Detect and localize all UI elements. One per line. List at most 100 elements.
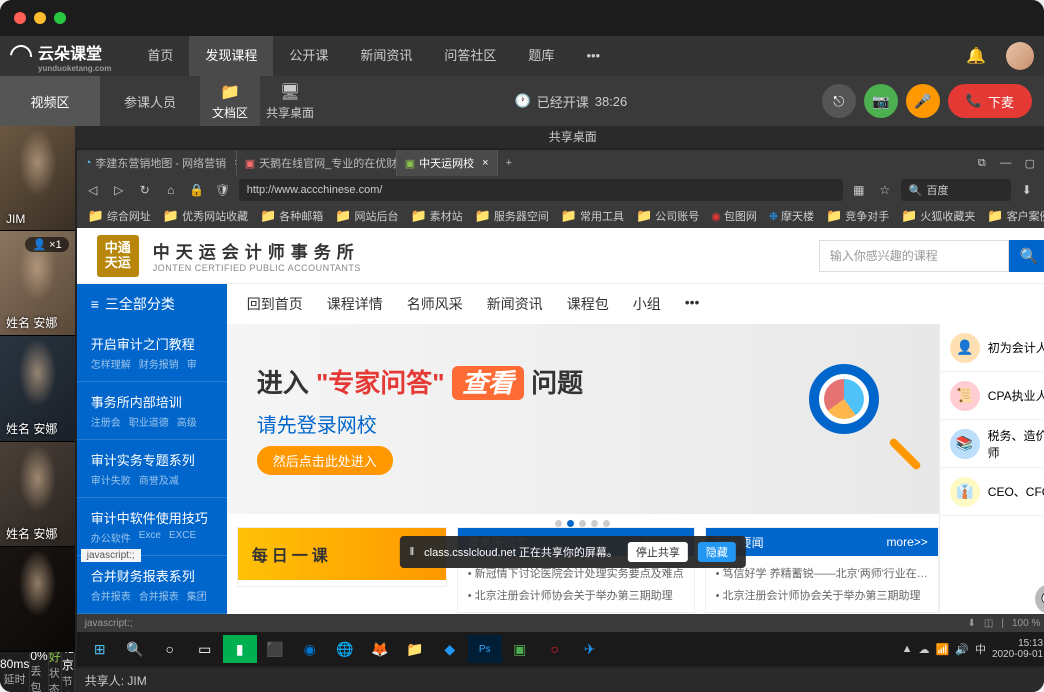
bookmark-item[interactable]: 📁竞争对手	[821, 208, 894, 224]
star-icon[interactable]: ☆	[875, 183, 895, 197]
search-engine-box[interactable]: 🔍百度	[901, 179, 1011, 201]
sidebar-item[interactable]: 开启审计之门教程怎样理解财务报销审	[77, 324, 227, 382]
bookmark-item[interactable]: 📁优秀网站收藏	[158, 208, 253, 224]
exit-button[interactable]: ⎋	[822, 84, 856, 118]
tray-up-icon[interactable]: ▲	[902, 643, 913, 655]
docs-button[interactable]: 📁 文档区	[200, 76, 260, 126]
video-tile[interactable]: JIM	[0, 126, 75, 231]
forward-icon[interactable]: ▷	[109, 183, 129, 197]
site-search-button[interactable]: 🔍	[1009, 240, 1044, 272]
zoom-level[interactable]: 100 %	[1012, 618, 1040, 629]
bookmark-item[interactable]: 📁客户案例	[982, 208, 1044, 224]
camera-button[interactable]: 📷	[864, 84, 898, 118]
browser-tab[interactable]: ▣中天运网校×	[397, 150, 498, 176]
chat-icon[interactable]: 💬	[1035, 584, 1044, 614]
video-tile[interactable]	[0, 547, 75, 652]
category-header[interactable]: ≡ 三全部分类	[77, 284, 227, 324]
bookmark-item[interactable]: 📁各种邮箱	[255, 208, 328, 224]
volume-icon[interactable]: 🔊	[955, 643, 969, 656]
app-icon[interactable]: ▣	[503, 635, 537, 663]
minimize-dot[interactable]	[34, 12, 46, 24]
tab-video[interactable]: 视频区	[0, 76, 100, 126]
wifi-icon[interactable]: 📶	[936, 643, 950, 656]
news-item[interactable]: • 北京注册会计师协会关于举办第三期助理	[716, 584, 928, 606]
nav-public[interactable]: 公开课	[273, 36, 344, 76]
site-nav-more[interactable]: •••	[685, 294, 700, 314]
rail-item[interactable]: 📜CPA执业人	[940, 372, 1044, 420]
more-link[interactable]: more>>	[886, 535, 927, 549]
app-icon[interactable]: ⬛	[258, 635, 292, 663]
close-dot[interactable]	[14, 12, 26, 24]
nav-discover[interactable]: 发现课程	[189, 36, 273, 76]
grid-icon[interactable]: ▦	[849, 183, 869, 197]
nav-qa[interactable]: 问答社区	[428, 36, 512, 76]
hide-button[interactable]: 隐藏	[698, 542, 736, 562]
video-tile[interactable]: 姓名 安娜	[0, 336, 75, 441]
reload-icon[interactable]: ↻	[135, 183, 155, 197]
site-nav-item[interactable]: 名师风采	[407, 294, 463, 314]
home-icon[interactable]: ⌂	[161, 183, 181, 197]
app-icon[interactable]: ✈	[573, 635, 607, 663]
sidebar-item[interactable]: 合并财务报表系列合并报表合并报表集团	[77, 556, 227, 614]
window-minimize-icon[interactable]: —	[995, 154, 1017, 172]
bookmark-item[interactable]: 📁网站后台	[330, 208, 403, 224]
hangup-button[interactable]: 📞 下麦	[948, 84, 1032, 118]
download-icon[interactable]: ⬇	[1017, 183, 1037, 197]
bookmark-item[interactable]: 📁服务器空间	[470, 208, 554, 224]
folder-icon[interactable]: 📁	[398, 635, 432, 663]
site-logo[interactable]: 中通天运	[97, 235, 139, 277]
bookmark-item[interactable]: ❉摩天楼	[764, 208, 819, 224]
sidebar-item[interactable]: 审计中软件使用技巧办公软件ExceEXCE	[77, 498, 227, 556]
window-restore-icon[interactable]: ⧉	[971, 154, 993, 172]
site-nav-item[interactable]: 课程包	[567, 294, 609, 314]
sidebar-item[interactable]: 事务所内部培训注册会职业道德高级	[77, 382, 227, 440]
brand[interactable]: 云朵课堂 yunduoketang.com	[10, 40, 111, 73]
tab-attendees[interactable]: 参课人员	[100, 76, 200, 126]
site-nav-item[interactable]: 小组	[633, 294, 661, 314]
video-tile[interactable]: 姓名 安娜	[0, 442, 75, 547]
app-icon[interactable]: ▮	[223, 635, 257, 663]
chrome-icon[interactable]: 🌐	[328, 635, 362, 663]
mic-button[interactable]: 🎤	[906, 84, 940, 118]
user-avatar[interactable]	[1006, 42, 1034, 70]
rail-item[interactable]: 📚税务、造价师	[940, 420, 1044, 468]
browser-tab[interactable]: ◔李建东营销地图 - 网络营销×	[77, 150, 237, 176]
opera-icon[interactable]: ○	[538, 635, 572, 663]
edge-icon[interactable]: ◉	[293, 635, 327, 663]
site-nav-item[interactable]: 新闻资讯	[487, 294, 543, 314]
bookmark-item[interactable]: 📁公司账号	[631, 208, 704, 224]
site-nav-item[interactable]: 课程详情	[327, 294, 383, 314]
system-tray[interactable]: ▲ ☁ 📶 🔊 中 15:13 2020-09-01 💬	[902, 638, 1044, 660]
banner-cta[interactable]: 然后点击此处进入	[257, 446, 393, 475]
shield-icon[interactable]: 🛡	[213, 183, 233, 197]
share-desktop-button[interactable]: 🖥 共享桌面	[260, 76, 320, 126]
clock[interactable]: 15:13 2020-09-01	[992, 638, 1043, 660]
download-tray-icon[interactable]: ⬇	[968, 618, 976, 629]
hero-banner[interactable]: 进入 "专家问答" 查看 问题 请先登录网校 然后点击此处进入	[227, 324, 939, 514]
bookmark-item[interactable]: ◉包图网	[706, 208, 762, 224]
rail-item[interactable]: 👤初为会计人	[940, 324, 1044, 372]
bookmark-item[interactable]: 📁素材站	[405, 208, 467, 224]
news-item[interactable]: • 笃信好学 养精蓄锐——北京'两师'行业在…	[716, 562, 928, 584]
bell-icon[interactable]: 🔔	[966, 46, 986, 66]
sidebar-item[interactable]: 审计实务专题系列审计失败商誉及减	[77, 440, 227, 498]
split-icon[interactable]: ◫	[984, 618, 993, 629]
nav-news[interactable]: 新闻资讯	[344, 36, 428, 76]
site-nav-item[interactable]: 回到首页	[247, 294, 303, 314]
video-tile[interactable]: 👤×1 姓名 安娜	[0, 231, 75, 336]
maximize-dot[interactable]	[54, 12, 66, 24]
app-icon[interactable]: ◆	[433, 635, 467, 663]
cortana-icon[interactable]: ○	[153, 635, 187, 663]
nav-more[interactable]: •••	[570, 36, 616, 76]
news-item[interactable]: • 北京注册会计师协会关于举办第三期助理	[468, 584, 684, 606]
back-icon[interactable]: ◁	[83, 183, 103, 197]
browser-tab[interactable]: ▣天鹅在线官网_专业的在优财×	[237, 150, 397, 176]
nav-home[interactable]: 首页	[131, 36, 189, 76]
nav-bank[interactable]: 题库	[512, 36, 570, 76]
photoshop-icon[interactable]: Ps	[468, 635, 502, 663]
taskview-icon[interactable]: ▭	[188, 635, 222, 663]
window-maximize-icon[interactable]: ▢	[1019, 154, 1041, 172]
ime-icon[interactable]: 中	[975, 641, 986, 657]
bookmark-item[interactable]: 📁综合网址	[83, 208, 156, 224]
rail-item[interactable]: 👔CEO、CFO	[940, 468, 1044, 516]
